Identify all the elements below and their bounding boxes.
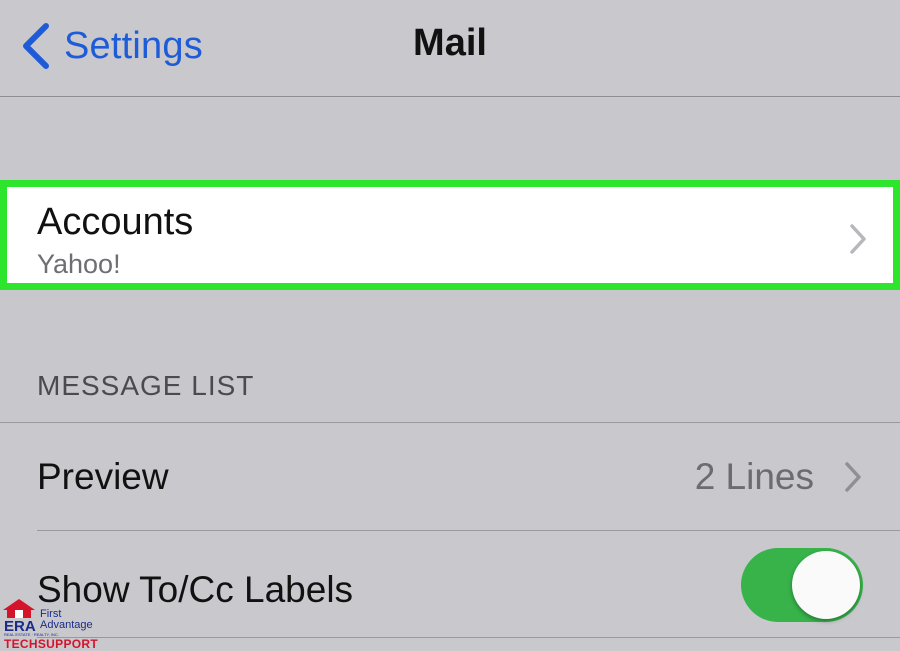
watermark-line2: Advantage [40, 619, 93, 631]
accounts-subtitle: Yahoo! [37, 249, 121, 279]
show-to-cc-cell: Show To/Cc Labels [0, 531, 900, 638]
page-title: Mail [413, 22, 487, 64]
era-watermark-logo: ERA First Advantage REAL ESTATE · REALTY… [2, 598, 102, 651]
preview-cell[interactable]: Preview 2 Lines [0, 423, 900, 530]
preview-label: Preview [37, 456, 169, 497]
house-icon [3, 599, 35, 618]
accounts-label: Accounts [37, 201, 194, 243]
show-to-cc-toggle[interactable] [741, 548, 863, 622]
section-header-message-list: MESSAGE LIST [37, 370, 255, 401]
chevron-right-icon [845, 462, 861, 492]
toggle-knob [792, 551, 860, 619]
watermark-tag: TECHSUPPORT [4, 637, 98, 651]
row-separator [37, 637, 900, 638]
message-list-group: Preview 2 Lines Show To/Cc Labels [0, 422, 900, 651]
chevron-right-icon [850, 224, 866, 254]
preview-value: 2 Lines [694, 456, 814, 497]
navigation-bar: Settings Mail [0, 0, 900, 97]
accounts-cell[interactable]: Accounts Yahoo! [0, 180, 900, 290]
